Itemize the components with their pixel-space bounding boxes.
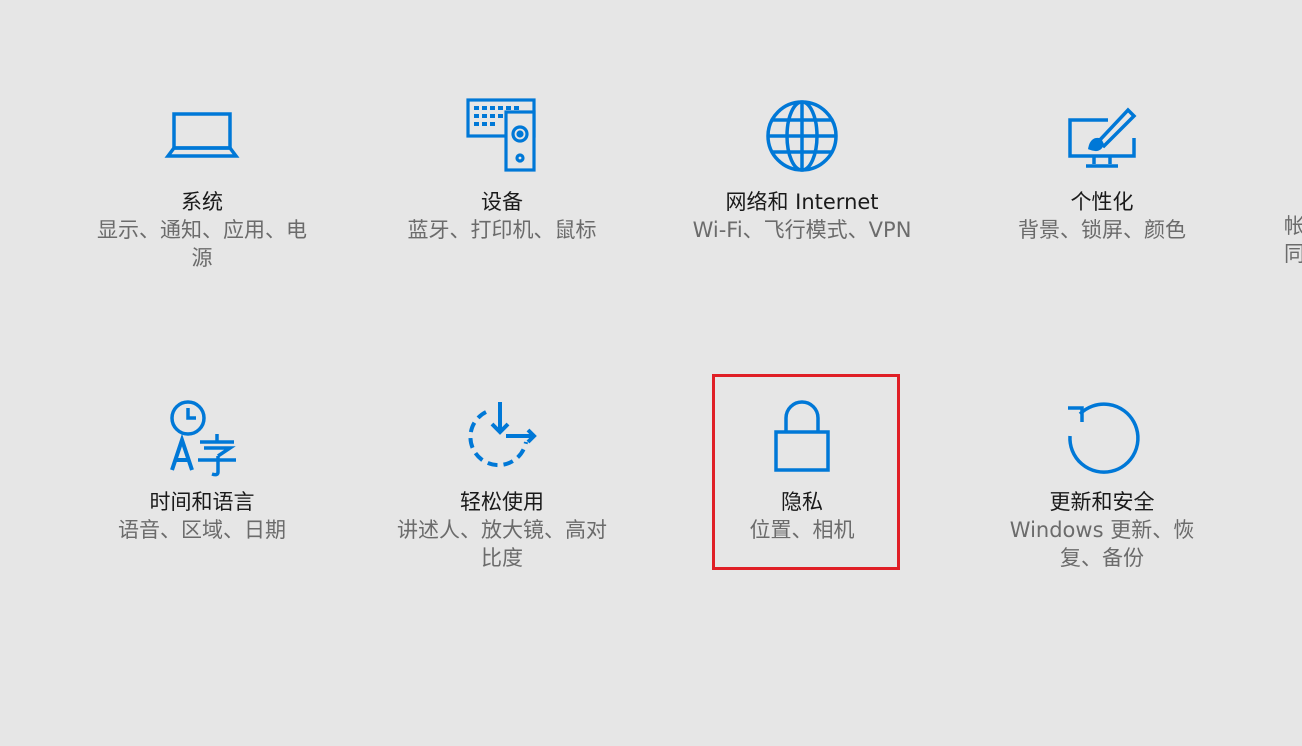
tile-title: 隐私 — [781, 490, 823, 514]
tile-title: 设备 — [481, 190, 523, 214]
tile-privacy[interactable]: 隐私 位置、相机 — [682, 398, 922, 544]
tile-ease-of-access[interactable]: 轻松使用 讲述人、放大镜、高对比度 — [382, 398, 622, 572]
tile-update-security[interactable]: 更新和安全 Windows 更新、恢复、备份 — [982, 398, 1222, 572]
tile-title: 个性化 — [1070, 190, 1134, 214]
tile-description: 同 — [1284, 242, 1302, 266]
update-icon — [1062, 398, 1142, 478]
laptop-icon — [162, 98, 242, 178]
tile-description: 位置、相机 — [749, 518, 855, 542]
time-language-icon — [162, 398, 242, 478]
lock-icon — [762, 398, 842, 478]
tile-title: 更新和安全 — [1049, 490, 1155, 514]
tile-description: 帐 — [1284, 214, 1302, 238]
devices-icon — [462, 98, 542, 178]
tile-accounts-partial[interactable]: 帐 同 — [1284, 212, 1302, 268]
tile-title: 系统 — [181, 190, 223, 214]
tile-title: 时间和语言 — [149, 490, 255, 514]
tile-description: 显示、通知、应用、电源 — [97, 218, 307, 270]
tile-title: 轻松使用 — [460, 490, 544, 514]
tile-time-language[interactable]: 时间和语言 语音、区域、日期 — [82, 398, 322, 544]
tile-personalization[interactable]: 个性化 背景、锁屏、颜色 — [982, 98, 1222, 244]
ease-of-access-icon — [462, 398, 542, 478]
settings-home: 系统 显示、通知、应用、电源 设备 蓝牙、打印机、鼠标 网络和 Internet… — [0, 0, 1302, 746]
tile-network[interactable]: 网络和 Internet Wi-Fi、飞行模式、VPN — [682, 98, 922, 244]
tile-description: 背景、锁屏、颜色 — [1018, 218, 1186, 242]
tile-description: 讲述人、放大镜、高对比度 — [397, 518, 607, 570]
tile-description: 蓝牙、打印机、鼠标 — [407, 218, 597, 242]
personalization-icon — [1062, 98, 1142, 178]
tile-description: Wi-Fi、飞行模式、VPN — [692, 218, 912, 242]
tile-devices[interactable]: 设备 蓝牙、打印机、鼠标 — [382, 98, 622, 244]
tile-description: Windows 更新、恢复、备份 — [1009, 518, 1195, 570]
globe-icon — [762, 98, 842, 178]
tile-description: 语音、区域、日期 — [118, 518, 286, 542]
tile-system[interactable]: 系统 显示、通知、应用、电源 — [82, 98, 322, 272]
tile-title: 网络和 Internet — [725, 190, 879, 214]
